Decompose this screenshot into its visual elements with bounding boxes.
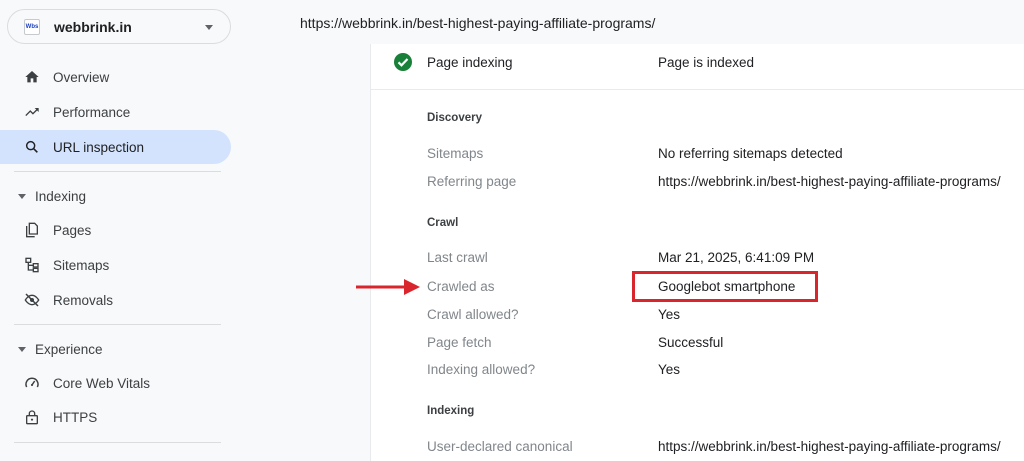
sidebar-divider [14,171,221,172]
caret-down-icon [18,346,26,352]
sidebar-item-label: Core Web Vitals [53,375,151,391]
caret-down-icon [18,193,26,199]
check-circle-icon [394,53,412,71]
sidebar-item-core-web-vitals[interactable]: Core Web Vitals [0,366,231,400]
crawl-allowed-value: Yes [658,307,681,322]
sidebar-section-experience[interactable]: Experience [0,335,231,363]
sidebar-item-overview[interactable]: Overview [0,60,231,94]
section-discovery: Discovery [427,112,482,124]
last-crawl-label: Last crawl [427,250,488,265]
sidebar: Wbs webbrink.in Overview Performance URL… [0,0,246,461]
speedometer-icon [24,375,40,391]
indexing-allowed-value: Yes [658,362,681,377]
sitemaps-label: Sitemaps [427,146,484,161]
sidebar-divider [14,324,221,325]
property-favicon: Wbs [24,18,40,35]
sidebar-divider [14,442,221,443]
search-icon [24,139,40,155]
canonical-value[interactable]: https://webbrink.in/best-highest-paying-… [658,439,1001,454]
home-icon [24,69,40,85]
referring-page-value[interactable]: https://webbrink.in/best-highest-paying-… [658,174,1001,189]
sitemaps-value: No referring sitemaps detected [658,146,843,161]
annotation-arrow [356,279,420,295]
sidebar-item-label: Pages [53,222,92,238]
eye-off-icon [24,292,40,308]
sidebar-item-label: Performance [53,104,131,120]
sidebar-item-label: Sitemaps [53,257,110,273]
referring-page-label: Referring page [427,174,517,189]
sitemap-icon [24,257,40,273]
sidebar-item-label: Overview [53,69,110,85]
canonical-label: User-declared canonical [427,439,573,454]
sidebar-item-label: URL inspection [53,139,145,155]
last-crawl-value: Mar 21, 2025, 6:41:09 PM [658,250,815,265]
sidebar-item-performance[interactable]: Performance [0,95,231,129]
section-title: Indexing [35,188,87,204]
sidebar-item-url-inspection[interactable]: URL inspection [0,130,231,164]
status-label: Page indexing [427,55,513,70]
inspected-url: https://webbrink.in/best-highest-paying-… [300,15,656,31]
sidebar-item-removals[interactable]: Removals [0,283,231,317]
property-selector[interactable]: Wbs webbrink.in [7,9,231,44]
chevron-down-icon [205,25,213,30]
page-fetch-value: Successful [658,335,724,350]
section-indexing: Indexing [427,405,475,417]
trending-up-icon [24,104,40,120]
sidebar-item-label: Removals [53,292,114,308]
crawled-as-label: Crawled as [427,279,495,294]
status-value: Page is indexed [658,55,755,70]
property-name: webbrink.in [54,18,132,35]
indexing-allowed-label: Indexing allowed? [427,362,536,377]
section-title: Experience [35,341,103,357]
sidebar-section-indexing[interactable]: Indexing [0,182,231,210]
section-crawl: Crawl [427,217,459,229]
page-indexing-row[interactable]: Page indexing Page is indexed [371,44,1024,90]
sidebar-item-sitemaps[interactable]: Sitemaps [0,248,231,282]
crawl-allowed-label: Crawl allowed? [427,307,519,322]
sidebar-item-https[interactable]: HTTPS [0,400,231,434]
page-fetch-label: Page fetch [427,335,492,350]
lock-icon [24,409,40,425]
annotation-highlight-box [632,271,818,302]
inspection-panel: Page indexing Page is indexed Discovery … [370,44,1024,461]
sidebar-item-label: HTTPS [53,409,98,425]
sidebar-item-pages[interactable]: Pages [0,213,231,247]
pages-icon [24,222,40,238]
